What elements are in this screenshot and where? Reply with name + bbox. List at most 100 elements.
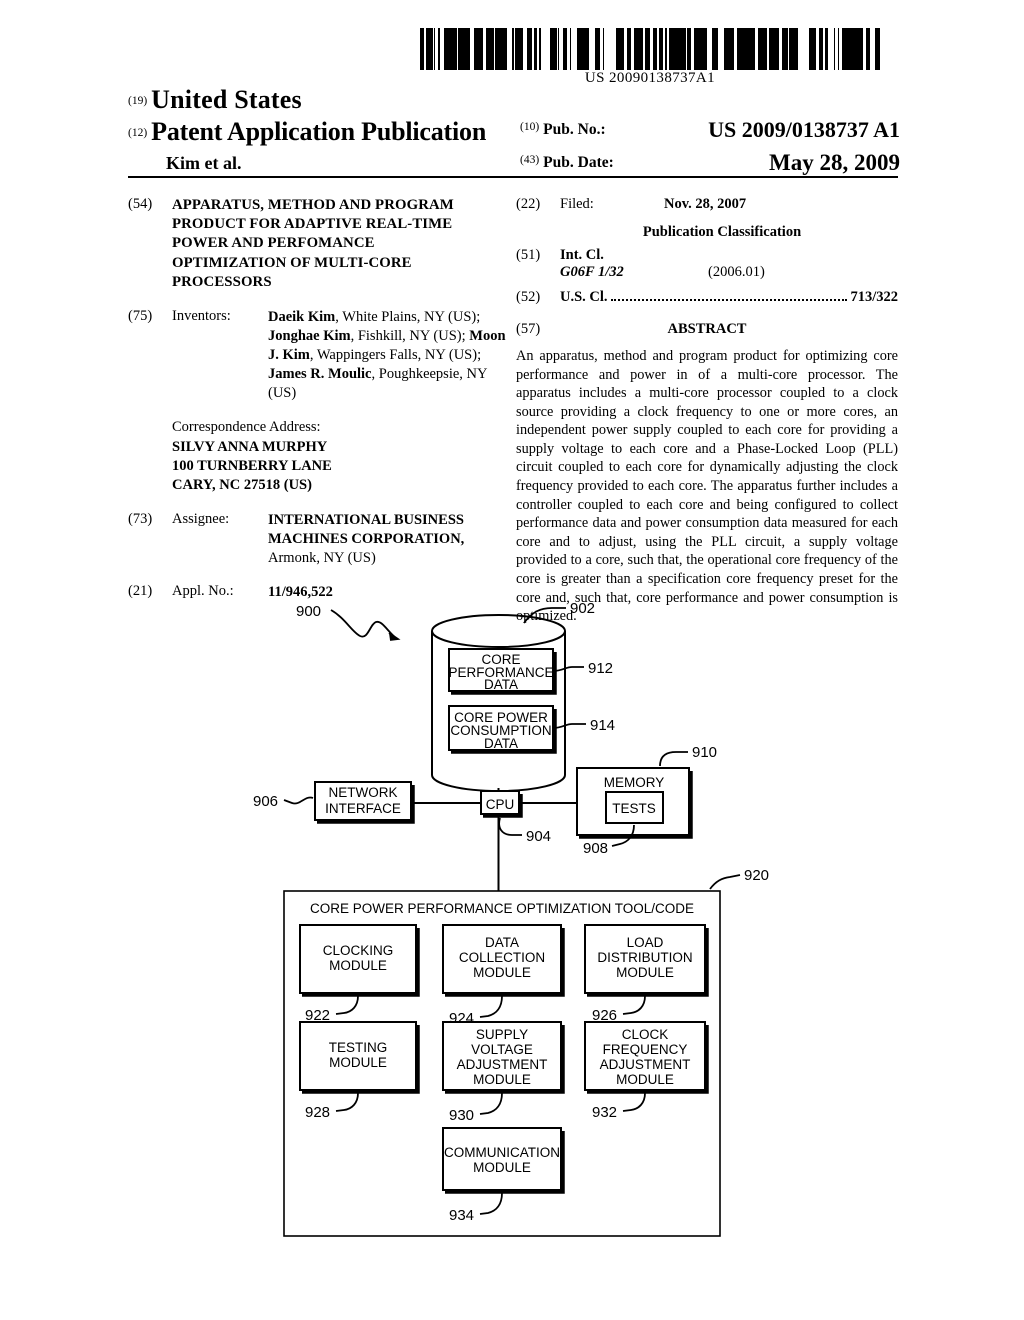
data-collection-module-line-1: DATA — [485, 935, 519, 950]
country-name: United States — [151, 85, 302, 114]
clock-frequency-module-line-4: MODULE — [616, 1072, 674, 1087]
assignee-label: Assignee: — [172, 510, 230, 527]
assignee-code: (73) — [128, 510, 153, 527]
cylinder-top-ellipse — [431, 614, 566, 648]
ref-922: 922 — [305, 1007, 330, 1024]
core-power-consumption-line-3: DATA — [484, 736, 518, 751]
communication-module-line-1: COMMUNICATION — [444, 1145, 560, 1160]
ref-934: 934 — [449, 1207, 474, 1224]
publication-date-label: Pub. Date: — [543, 154, 614, 171]
clocking-module-line-2: MODULE — [329, 958, 387, 973]
load-distribution-module-line-2: DISTRIBUTION — [597, 950, 692, 965]
network-interface-label-line-1: NETWORK — [329, 785, 398, 800]
tool-title: CORE POWER PERFORMANCE OPTIMIZATION TOOL… — [310, 901, 694, 916]
filed-row: (22) Filed: Nov. 28, 2007 — [516, 196, 898, 216]
ref-932: 932 — [592, 1104, 617, 1121]
inventors-list: Daeik Kim, White Plains, NY (US); Jongha… — [268, 309, 506, 401]
load-distribution-module-line-3: MODULE — [616, 965, 674, 980]
publication-number-value: US 2009/0138737 A1 — [708, 117, 900, 142]
ref-930: 930 — [449, 1107, 474, 1124]
data-collection-module-line-3: MODULE — [473, 965, 531, 980]
testing-module-line-2: MODULE — [329, 1055, 387, 1070]
document-type-code: (12) — [128, 127, 148, 139]
supply-voltage-module-line-1: SUPPLY — [476, 1027, 528, 1042]
supply-voltage-module-line-2: VOLTAGE — [471, 1042, 533, 1057]
tests-label: TESTS — [612, 801, 656, 816]
us-cl-leader — [610, 299, 848, 301]
assignee-value: INTERNATIONAL BUSINESS MACHINES CORPORAT… — [268, 511, 508, 568]
title-code: (54) — [128, 196, 153, 212]
country-code: (19) — [128, 95, 148, 107]
testing-module-line-1: TESTING — [329, 1040, 388, 1055]
arrowhead-900 — [388, 632, 401, 641]
us-cl-row: (52) U.S. Cl. 713/322 — [516, 289, 898, 313]
lead-line-910 — [659, 751, 688, 767]
int-cl-row: (51) Int. Cl. G06F 1/32 (2006.01) — [516, 247, 898, 287]
assignee-row: (73) Assignee: INTERNATIONAL BUSINESS MA… — [128, 511, 508, 568]
lead-line-914 — [552, 723, 586, 729]
filed-value: Nov. 28, 2007 — [664, 196, 747, 212]
ref-914: 914 — [590, 717, 615, 734]
ref-902: 902 — [570, 600, 595, 617]
abstract-text: An apparatus, method and program product… — [516, 348, 898, 625]
patent-front-page: US 20090138737A1 (19) United States (12)… — [0, 0, 1024, 1320]
correspondence-line-1: SILVY ANNA MURPHY — [172, 438, 328, 455]
publication-classification-heading: Publication Classification — [642, 224, 802, 240]
data-collection-module-line-2: COLLECTION — [459, 950, 545, 965]
us-cl-value: 713/322 — [850, 289, 898, 305]
invention-title: APPARATUS, METHOD AND PROGRAM PRODUCT FOR… — [172, 196, 508, 292]
ref-906: 906 — [253, 793, 278, 810]
publication-date-value: May 28, 2009 — [769, 150, 900, 175]
inventors-code: (75) — [128, 308, 153, 325]
ref-928: 928 — [305, 1104, 330, 1121]
int-cl-value: G06F 1/32 — [560, 264, 624, 280]
document-type-line: (12) Patent Application Publication — [128, 117, 486, 147]
assignee-city: Armonk, NY (US) — [268, 549, 376, 566]
load-distribution-module-line-1: LOAD — [627, 935, 664, 950]
network-interface-label-line-2: INTERFACE — [325, 801, 401, 816]
bibliographic-right-column: (22) Filed: Nov. 28, 2007 Publication Cl… — [516, 196, 898, 626]
correspondence-row: Correspondence Address: SILVY ANNA MURPH… — [128, 418, 508, 495]
communication-module-line-2: MODULE — [473, 1160, 531, 1175]
invention-title-line-1: APPARATUS, METHOD AND PROGRAM — [172, 197, 454, 213]
publication-number-code: (10) — [520, 121, 540, 133]
invention-title-line-4: OPTIMIZATION OF MULTI-CORE — [172, 254, 412, 271]
int-cl-version: (2006.01) — [708, 264, 765, 280]
clock-frequency-module-line-1: CLOCK — [622, 1027, 669, 1042]
ref-926: 926 — [592, 1007, 617, 1024]
invention-title-line-3: POWER AND PERFOMANCE — [172, 235, 375, 252]
cpu-label: CPU — [486, 797, 515, 812]
document-type-name: Patent Application Publication — [151, 117, 487, 146]
barcode-publication-number: US 20090138737A1 — [584, 70, 716, 86]
int-cl-code: (51) — [516, 247, 541, 263]
barcode — [420, 28, 880, 70]
invention-title-line-2: PRODUCT FOR ADAPTIVE REAL-TIME — [172, 216, 453, 233]
abstract-code: (57) — [516, 321, 541, 337]
correspondence-address: Correspondence Address: SILVY ANNA MURPH… — [172, 418, 508, 495]
lead-line-902 — [523, 607, 566, 624]
correspondence-line-3: CARY, NC 27518 (US) — [172, 476, 312, 493]
invention-title-line-5: PROCESSORS — [172, 273, 272, 290]
abstract-heading-row: (57) ABSTRACT — [516, 321, 898, 345]
int-cl-value-row: G06F 1/32 (2006.01) — [560, 264, 898, 281]
assignee-name-line-1: INTERNATIONAL BUSINESS — [268, 511, 464, 528]
core-performance-data-line-3: DATA — [484, 677, 518, 692]
us-cl-label: U.S. Cl. — [560, 289, 608, 305]
title-row: (54) APPARATUS, METHOD AND PROGRAM PRODUC… — [128, 196, 508, 292]
inventors-row: (75) Inventors: Daeik Kim, White Plains,… — [128, 308, 508, 402]
memory-label: MEMORY — [604, 775, 665, 790]
us-cl-code: (52) — [516, 289, 541, 305]
correspondence-label: Correspondence Address: — [172, 419, 321, 436]
correspondence-line-2: 100 TURNBERRY LANE — [172, 457, 332, 474]
ref-904: 904 — [526, 828, 551, 845]
barcode-bars — [420, 28, 880, 70]
supply-voltage-module-line-4: MODULE — [473, 1072, 531, 1087]
ref-924: 924 — [449, 1010, 474, 1027]
clock-frequency-module-line-3: ADJUSTMENT — [600, 1057, 691, 1072]
publication-number-label: Pub. No.: — [543, 121, 606, 138]
ref-912: 912 — [588, 660, 613, 677]
bibliographic-left-column: (54) APPARATUS, METHOD AND PROGRAM PRODUC… — [128, 196, 508, 604]
filed-code: (22) — [516, 196, 541, 212]
lead-line-920 — [709, 874, 741, 890]
abstract-heading: ABSTRACT — [667, 321, 747, 337]
